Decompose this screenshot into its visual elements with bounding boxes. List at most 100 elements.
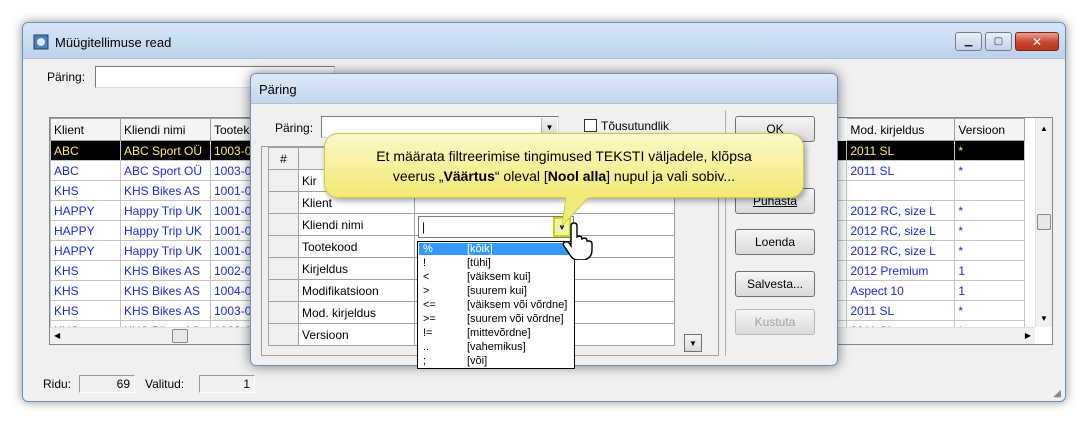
filter-scroll-down-icon[interactable]: ▼ <box>684 334 702 352</box>
table-cell[interactable]: 2011 SL <box>846 140 956 161</box>
col-header-versioon[interactable]: Versioon <box>954 118 1026 141</box>
scroll-down-icon[interactable]: ▼ <box>1040 314 1048 323</box>
table-cell[interactable]: HAPPY <box>50 220 121 241</box>
dropdown-option[interactable]: % [kõik] <box>419 243 573 255</box>
table-cell[interactable]: HAPPY <box>50 240 121 261</box>
app-icon <box>33 34 49 50</box>
table-cell[interactable]: KHS <box>50 300 121 321</box>
table-cell[interactable]: KHS Bikes AS <box>120 280 211 301</box>
case-sensitive-checkbox[interactable] <box>584 119 597 132</box>
dialog-title-bar[interactable]: Päring <box>251 74 837 104</box>
table-cell[interactable]: * <box>954 300 1026 321</box>
hscroll-thumb[interactable] <box>172 329 188 343</box>
table-cell[interactable]: 2012 RC, size L <box>846 220 956 241</box>
maximize-button[interactable]: ▢ <box>985 32 1012 51</box>
table-cell[interactable]: ABC <box>50 160 121 181</box>
dropdown-option[interactable]: <= [väiksem või võrdne] <box>419 299 573 311</box>
table-cell[interactable]: 1003-0 <box>209 300 256 321</box>
filter-extra-cell[interactable] <box>570 301 675 324</box>
dropdown-option[interactable]: != [mittevõrdne] <box>419 327 573 339</box>
table-cell[interactable] <box>954 180 1026 201</box>
table-cell[interactable]: * <box>954 220 1026 241</box>
count-button[interactable]: Loenda <box>735 229 815 255</box>
table-cell[interactable]: KHS Bikes AS <box>120 260 211 281</box>
filter-field-name: Kliendi nimi <box>298 213 415 236</box>
dropdown-option[interactable]: > [suurem kui] <box>419 285 573 297</box>
table-cell[interactable]: KHS <box>50 260 121 281</box>
filter-extra-cell[interactable] <box>570 257 675 280</box>
table-cell[interactable]: KHS Bikes AS <box>120 180 211 201</box>
table-cell[interactable]: Happy Trip UK <box>120 220 211 241</box>
table-cell[interactable]: 2012 RC, size L <box>846 200 956 221</box>
table-cell[interactable]: 2011 SL <box>846 300 956 321</box>
table-cell[interactable]: 1001-0 <box>209 200 256 221</box>
filter-field-name: Mod. kirjeldus <box>298 301 415 324</box>
close-button[interactable]: ✕ <box>1015 32 1059 51</box>
dialog-query-label: Päring: <box>275 121 314 135</box>
callout-line-2: veerus „Väärtus“ oleval [Nool alla] nupu… <box>392 168 736 184</box>
filter-field-name: Tootekood <box>298 235 415 258</box>
table-cell[interactable]: 1001-0 <box>209 180 256 201</box>
delete-button[interactable]: Kustuta <box>735 309 815 335</box>
scroll-left-icon[interactable]: ◀ <box>54 331 60 340</box>
table-cell[interactable] <box>846 180 956 201</box>
instruction-callout: Et määrata filtreerimise tingimused TEKS… <box>324 133 804 198</box>
operator-dropdown[interactable]: % [kõik] ! [tühi] < [väiksem kui] > [suurem kui… <box>417 241 575 369</box>
table-cell[interactable]: 1004-0 <box>209 280 256 301</box>
grid-vertical-scrollbar[interactable]: ▲ ▼ <box>1035 118 1052 327</box>
table-cell[interactable]: * <box>954 200 1026 221</box>
table-cell[interactable]: KHS <box>50 280 121 301</box>
table-cell[interactable]: 2012 RC, size L <box>846 240 956 261</box>
table-cell[interactable]: 2011 SL <box>846 160 956 181</box>
dialog-title: Päring <box>259 82 297 97</box>
main-title-bar[interactable]: Müügitellimuse read ▁ ▢ ✕ <box>23 23 1065 59</box>
col-header-klient[interactable]: Klient <box>50 118 121 141</box>
resize-grip-icon[interactable]: ◢ <box>1053 388 1061 399</box>
table-cell[interactable]: Happy Trip UK <box>120 240 211 261</box>
dropdown-option[interactable]: < [väiksem kui] <box>419 271 573 283</box>
dropdown-option[interactable]: ! [tühi] <box>419 257 573 269</box>
dropdown-option[interactable]: .. [vahemikus] <box>419 341 573 353</box>
col-header-kliendi-nimi[interactable]: Kliendi nimi <box>120 118 211 141</box>
table-cell[interactable]: 1003-0 <box>209 140 256 161</box>
filter-field-name: Modifikatsioon <box>298 279 415 302</box>
scroll-up-icon[interactable]: ▲ <box>1040 124 1048 133</box>
table-cell[interactable]: Happy Trip UK <box>120 200 211 221</box>
table-cell[interactable]: Aspect 10 <box>846 280 956 301</box>
col-header-mod-kirjeldus[interactable]: Mod. kirjeldus <box>846 118 956 141</box>
table-cell[interactable]: KHS <box>50 180 121 201</box>
table-cell[interactable]: KHS Bikes AS <box>120 300 211 321</box>
query-label: Päring: <box>47 70 86 84</box>
table-cell[interactable]: * <box>954 140 1026 161</box>
minimize-button[interactable]: ▁ <box>955 32 982 51</box>
main-window-title: Müügitellimuse read <box>55 35 172 50</box>
table-cell[interactable]: ABC Sport OÜ <box>120 140 211 161</box>
table-cell[interactable]: HAPPY <box>50 200 121 221</box>
table-cell[interactable]: ABC Sport OÜ <box>120 160 211 181</box>
table-cell[interactable]: 1002-0 <box>209 260 256 281</box>
table-cell[interactable]: ABC <box>50 140 121 161</box>
table-cell[interactable]: 1003-0 <box>209 160 256 181</box>
dropdown-option[interactable]: ; [või] <box>419 355 573 367</box>
table-cell[interactable]: 1 <box>954 280 1026 301</box>
scroll-right-icon[interactable]: ▶ <box>1025 331 1031 340</box>
dropdown-option[interactable]: >= [suurem või võrdne] <box>419 313 573 325</box>
table-cell[interactable]: 1001-0 <box>209 220 256 241</box>
table-cell[interactable]: 2012 Premium <box>846 260 956 281</box>
case-sensitive-label: Tõusutundlik <box>601 119 670 133</box>
filter-field-name: Versioon <box>298 323 415 346</box>
filter-extra-cell[interactable] <box>570 279 675 302</box>
col-header-tootekood[interactable]: Tootek <box>209 118 256 141</box>
filter-hash-header: # <box>268 147 299 170</box>
rows-label: Ridu: <box>43 377 72 391</box>
table-cell[interactable]: 1001-0 <box>209 240 256 261</box>
value-combo[interactable]: | ▼ <box>418 216 574 238</box>
callout-pointer <box>561 196 591 228</box>
table-cell[interactable]: * <box>954 160 1026 181</box>
table-cell[interactable]: * <box>954 240 1026 261</box>
save-button[interactable]: Salvesta... <box>735 271 815 297</box>
vscroll-thumb[interactable] <box>1037 214 1051 230</box>
filter-extra-cell[interactable] <box>570 323 675 346</box>
callout-line-1: Et määrata filtreerimise tingimused TEKS… <box>376 148 752 164</box>
table-cell[interactable]: 1 <box>954 260 1026 281</box>
